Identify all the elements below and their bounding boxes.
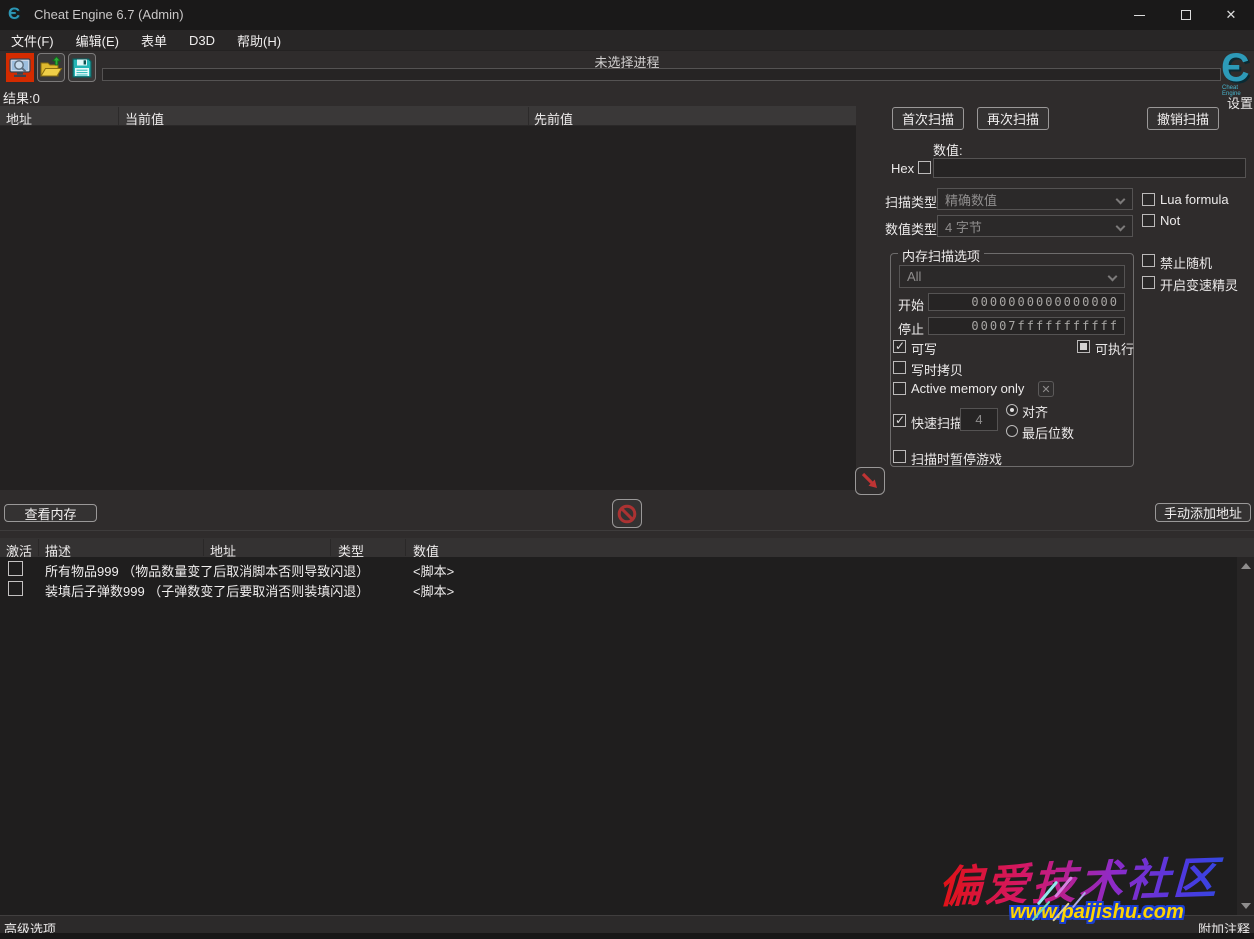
clear-active-memory-button[interactable]: ✕ <box>1038 381 1054 397</box>
row-value: <脚本> <box>413 561 454 580</box>
watermark-url: www.paijishu.com <box>1010 901 1184 924</box>
table-row[interactable]: 装填后子弹数999 （子弹数变了后要取消否则装填闪退） <脚本> <box>0 579 1237 599</box>
pause-game-label: 扫描时暂停游戏 <box>911 449 1002 468</box>
stop-address-input[interactable]: 00007fffffffffff <box>928 317 1125 335</box>
copy-on-write-checkbox[interactable] <box>893 361 906 374</box>
value-type-dropdown[interactable]: 4 字节 <box>937 215 1133 237</box>
not-label: Not <box>1160 213 1180 228</box>
maximize-icon <box>1181 10 1191 20</box>
pause-game-checkbox[interactable] <box>893 450 906 463</box>
address-list-header: 激活 描述 地址 类型 数值 <box>0 538 1254 557</box>
column-divider[interactable] <box>528 107 529 125</box>
fast-scan-label: 快速扫描 <box>911 413 963 432</box>
memory-region-dropdown[interactable]: All <box>899 265 1125 288</box>
titlebar: Є Cheat Engine 6.7 (Admin) ✕ <box>0 0 1254 30</box>
scroll-up-icon[interactable] <box>1241 563 1251 569</box>
settings-link[interactable]: 设置 <box>1227 93 1253 112</box>
column-divider[interactable] <box>118 107 119 125</box>
memory-region-value: All <box>907 269 921 284</box>
writable-checkbox[interactable] <box>893 340 906 353</box>
writable-label: 可写 <box>911 339 937 358</box>
scan-progressbar <box>102 68 1221 81</box>
app-logo-icon: Є <box>8 4 28 26</box>
view-memory-button[interactable]: 查看内存 <box>4 504 97 522</box>
stop-label: 停止 <box>898 319 924 338</box>
lua-formula-label: Lua formula <box>1160 192 1229 207</box>
scan-type-value: 精确数值 <box>945 190 997 209</box>
results-count: 结果:0 <box>3 88 40 107</box>
align-label: 对齐 <box>1022 402 1048 421</box>
menu-d3d[interactable]: D3D <box>178 30 226 51</box>
value-type-value: 4 字节 <box>945 217 982 236</box>
speedhack-checkbox[interactable] <box>1142 276 1155 289</box>
scan-type-label: 扫描类型 <box>885 192 937 211</box>
column-divider[interactable] <box>330 539 331 556</box>
copy-to-addresslist-button[interactable] <box>855 467 885 495</box>
table-row[interactable]: 所有物品999 （物品数量变了后取消脚本否则导致闪退） <脚本> <box>0 559 1237 579</box>
chevron-down-icon <box>1116 195 1126 205</box>
cheat-engine-logo-icon[interactable]: Є <box>1221 48 1253 90</box>
menubar: 文件(F) 编辑(E) 表单 D3D 帮助(H) <box>0 30 1254 51</box>
cheat-engine-window: Є Cheat Engine 6.7 (Admin) ✕ 文件(F) 编辑(E)… <box>0 0 1254 939</box>
memory-scan-options-title: 内存扫描选项 <box>898 246 984 265</box>
copy-on-write-label: 写时拷贝 <box>911 360 963 379</box>
column-divider[interactable] <box>203 539 204 556</box>
no-random-checkbox[interactable] <box>1142 254 1155 267</box>
menu-table[interactable]: 表单 <box>130 30 178 51</box>
menu-edit[interactable]: 编辑(E) <box>65 30 130 51</box>
column-divider[interactable] <box>405 539 406 556</box>
not-checkbox[interactable] <box>1142 214 1155 227</box>
bottom-shadow <box>0 933 1254 939</box>
chevron-down-icon <box>1116 222 1126 232</box>
add-address-manually-button[interactable]: 手动添加地址 <box>1155 503 1251 522</box>
activate-checkbox[interactable] <box>8 581 23 596</box>
last-digits-label: 最后位数 <box>1022 423 1074 442</box>
scan-results-list[interactable] <box>0 126 856 490</box>
align-radio[interactable] <box>1006 404 1018 416</box>
close-button[interactable]: ✕ <box>1208 0 1254 30</box>
fast-scan-alignment-input[interactable]: 4 <box>960 408 998 431</box>
executable-label: 可执行 <box>1095 339 1134 358</box>
menu-help[interactable]: 帮助(H) <box>226 30 292 51</box>
active-memory-only-checkbox[interactable] <box>893 382 906 395</box>
first-scan-button[interactable]: 首次扫描 <box>892 107 964 130</box>
stop-scan-button[interactable] <box>612 499 642 528</box>
minimize-button[interactable] <box>1116 0 1162 30</box>
divider <box>0 530 1254 531</box>
scan-type-dropdown[interactable]: 精确数值 <box>937 188 1133 210</box>
executable-checkbox[interactable] <box>1077 340 1090 353</box>
maximize-button[interactable] <box>1163 0 1209 30</box>
no-random-label: 禁止随机 <box>1160 253 1212 272</box>
start-address-input[interactable]: 0000000000000000 <box>928 293 1125 311</box>
close-icon: ✕ <box>1041 383 1050 396</box>
window-title: Cheat Engine 6.7 (Admin) <box>34 7 184 22</box>
activate-checkbox[interactable] <box>8 561 23 576</box>
hex-checkbox[interactable] <box>918 161 931 174</box>
row-description: 所有物品999 （物品数量变了后取消脚本否则导致闪退） <box>45 561 369 580</box>
chevron-down-icon <box>1108 272 1118 282</box>
lua-formula-checkbox[interactable] <box>1142 193 1155 206</box>
row-value: <脚本> <box>413 581 454 600</box>
value-label: 数值: <box>933 140 963 159</box>
red-arrow-down-right-icon <box>859 470 881 492</box>
minimize-icon <box>1134 15 1145 16</box>
close-icon: ✕ <box>1226 7 1237 23</box>
hex-label: Hex <box>891 161 914 176</box>
scan-table-header: 地址 当前值 先前值 <box>0 106 856 126</box>
no-entry-icon <box>616 503 638 525</box>
start-label: 开始 <box>898 295 924 314</box>
undo-scan-button[interactable]: 撤销扫描 <box>1147 107 1219 130</box>
row-description: 装填后子弹数999 （子弹数变了后要取消否则装填闪退） <box>45 581 369 600</box>
column-divider[interactable] <box>38 539 39 556</box>
scan-value-input[interactable] <box>933 158 1246 178</box>
menu-file[interactable]: 文件(F) <box>0 30 65 51</box>
results-value: 0 <box>33 91 40 106</box>
speedhack-label: 开启变速精灵 <box>1160 275 1238 294</box>
results-label: 结果: <box>3 91 33 106</box>
last-digits-radio[interactable] <box>1006 425 1018 437</box>
next-scan-button[interactable]: 再次扫描 <box>977 107 1049 130</box>
value-type-label: 数值类型 <box>885 219 937 238</box>
fast-scan-checkbox[interactable] <box>893 414 906 427</box>
active-memory-only-label: Active memory only <box>911 381 1024 396</box>
